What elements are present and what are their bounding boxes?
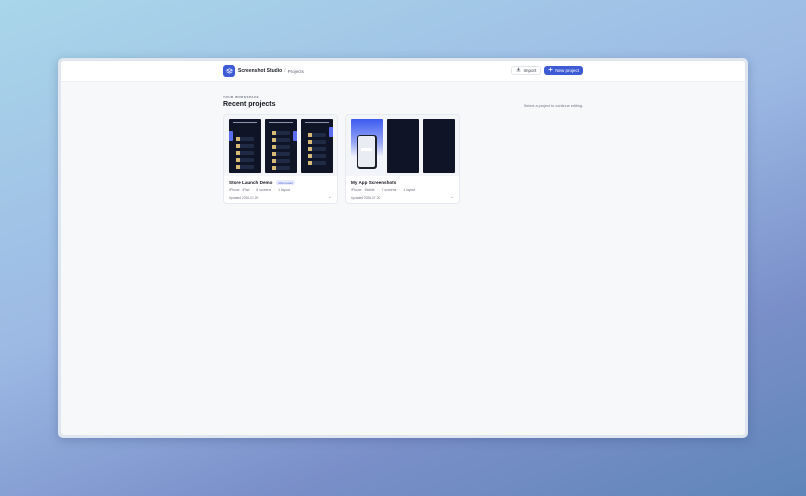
chevron-down-icon[interactable]: ⌄ — [328, 195, 332, 200]
workspace-eyebrow: YOUR WORKSPACE — [223, 95, 260, 99]
project-title: My App Screenshots — [351, 180, 454, 185]
breadcrumb-separator: / — [284, 68, 286, 74]
project-screens: 7 screens — [381, 188, 397, 192]
project-name: My App Screenshots — [351, 180, 397, 185]
card-footer: Updated 2026-07-20 ⌄ — [229, 195, 332, 200]
project-meta: iPhone · iPad · 8 screens · 1 layout — [229, 188, 291, 192]
project-updated: Updated 2026-07-20 — [351, 195, 381, 200]
new-project-label: New project — [555, 68, 579, 73]
import-button[interactable]: Import — [511, 66, 542, 75]
most-recent-badge: Most recent — [276, 180, 296, 185]
browser-window: Screenshot Studio / Projects Import New … — [58, 58, 748, 438]
import-icon — [516, 67, 521, 74]
screenshot-thumbnail — [264, 118, 297, 173]
new-project-button[interactable]: New project — [544, 66, 583, 75]
project-layouts: 1 layout — [403, 188, 416, 192]
project-screens: 8 screens — [256, 188, 272, 192]
import-label: Import — [523, 68, 537, 73]
project-card-my-app-screenshots[interactable]: My App Screenshots iPhone · Mobile · 7 s… — [345, 114, 460, 204]
chevron-down-icon[interactable]: ⌄ — [450, 195, 454, 200]
screenshot-thumbnail — [386, 118, 419, 173]
section-hint: Select a project to continue editing. — [523, 104, 583, 108]
header-actions: Import New project — [511, 66, 583, 75]
section-title: Recent projects — [223, 101, 276, 108]
project-thumbnails — [346, 115, 459, 176]
breadcrumb-projects[interactable]: Projects — [288, 69, 304, 74]
project-name: Store Launch Demo — [229, 180, 273, 185]
card-body: My App Screenshots iPhone · Mobile · 7 s… — [346, 176, 459, 203]
project-thumbnails — [224, 115, 337, 176]
screenshot-thumbnail — [350, 118, 383, 173]
brand[interactable]: Screenshot Studio / Projects — [223, 65, 304, 77]
project-card-store-launch-demo[interactable]: Store Launch Demo Most recent iPhone · i… — [223, 114, 338, 204]
screenshot-thumbnail — [300, 118, 333, 173]
project-updated: Updated 2026-07-20 — [229, 195, 259, 200]
project-devices: iPhone · Mobile — [351, 188, 375, 192]
top-bar: Screenshot Studio / Projects Import New … — [61, 61, 745, 82]
screenshot-thumbnail — [422, 118, 455, 173]
card-body: Store Launch Demo Most recent iPhone · i… — [224, 176, 337, 203]
phone-mockup — [356, 134, 377, 169]
project-layouts: 1 layout — [278, 188, 291, 192]
app-name: Screenshot Studio — [238, 68, 283, 74]
layers-icon — [223, 65, 235, 77]
app-root: Screenshot Studio / Projects Import New … — [61, 61, 745, 435]
screenshot-thumbnail — [228, 118, 261, 173]
project-devices: iPhone · iPad — [229, 188, 250, 192]
plus-icon — [548, 67, 553, 74]
project-meta: iPhone · Mobile · 7 screens · 1 layout — [351, 188, 416, 192]
card-footer: Updated 2026-07-20 ⌄ — [351, 195, 454, 200]
project-title: Store Launch Demo Most recent — [229, 180, 332, 185]
